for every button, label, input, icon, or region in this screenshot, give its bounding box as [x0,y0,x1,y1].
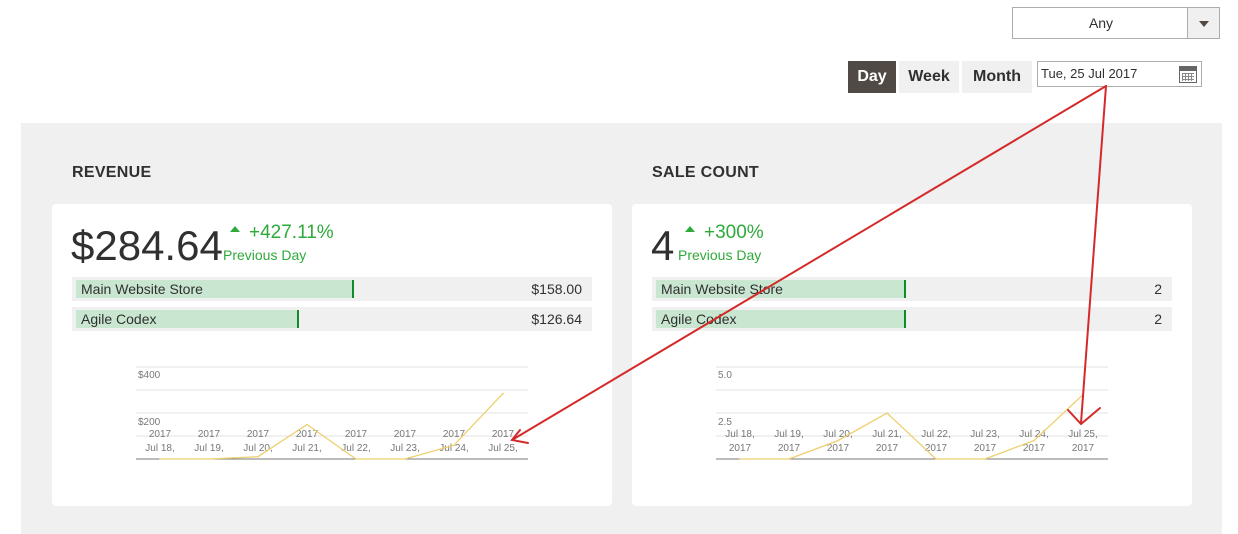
x-tick-label: 2017 [492,429,515,440]
revenue-change-value: +427.11% [249,222,334,243]
data-point [935,458,937,460]
data-point [1082,393,1084,396]
data-point [257,455,259,458]
x-tick-label: Jul 25, [1068,429,1097,440]
revenue-total: $284.64 [71,222,223,269]
sale-count-change-value: +300% [704,222,764,243]
revenue-title: REVENUE [72,164,152,181]
data-point [453,444,455,446]
sale-count-change-label: Previous Day [678,247,762,263]
store-name: Main Website Store [81,281,203,297]
x-tick-label: Jul 23, [970,429,999,440]
x-tick-label: Jul 21, [872,429,901,440]
x-tick-label: Jul 21, [292,443,321,454]
caret-up-icon [685,225,695,232]
x-tick-label: 2017 [974,443,997,454]
store-value: 2 [1154,311,1162,327]
x-tick-label: 2017 [876,443,899,454]
date-value: Tue, 25 Jul 2017 [1041,66,1138,81]
revenue-change: +427.11% [230,222,334,244]
store-value: 2 [1154,281,1162,297]
data-point [159,458,161,460]
period-month-button[interactable]: Month [962,61,1032,93]
store-name: Main Website Store [661,281,783,297]
data-point [984,458,986,460]
y-tick-label: $200 [138,417,161,428]
x-tick-label: 2017 [1072,443,1095,454]
x-tick-label: 2017 [198,429,221,440]
store-scope-value: Any [1088,15,1114,31]
sale-count-card: 4 +300% Previous Day Main Website Store … [632,204,1192,506]
period-day-button[interactable]: Day [848,61,896,93]
y-tick-label: 2.5 [718,417,732,428]
store-row: Main Website Store $158.00 [72,277,592,301]
store-value: $158.00 [531,281,582,297]
x-tick-label: 2017 [443,429,466,440]
caret-up-icon [230,225,240,232]
sale-count-title: SALE COUNT [652,164,759,181]
data-point [355,458,357,460]
revenue-change-label: Previous Day [223,247,307,263]
data-point [404,458,406,460]
calendar-icon[interactable] [1179,66,1197,83]
revenue-chart: $400$2002017Jul 18,2017Jul 19,2017Jul 20… [136,366,528,460]
sale-count-total: 4 [651,222,675,269]
x-tick-label: 2017 [394,429,417,440]
data-point [886,412,888,414]
y-tick-label: $400 [138,370,161,381]
period-week-button[interactable]: Week [899,61,959,93]
x-tick-label: 2017 [345,429,368,440]
x-tick-label: Jul 19, [774,429,803,440]
sale-count-chart: 5.02.5Jul 18,2017Jul 19,2017Jul 20,2017J… [716,366,1108,460]
y-tick-label: 5.0 [718,370,732,381]
x-tick-label: Jul 18, [725,429,754,440]
x-tick-label: 2017 [247,429,270,440]
data-point [837,439,839,442]
x-tick-label: Jul 23, [390,443,419,454]
x-tick-label: Jul 20, [243,443,272,454]
data-point [739,458,741,460]
x-tick-label: 2017 [149,429,172,440]
x-tick-label: 2017 [827,443,850,454]
x-tick-label: Jul 18, [145,443,174,454]
x-tick-label: Jul 19, [194,443,223,454]
date-picker-input[interactable]: Tue, 25 Jul 2017 [1037,61,1202,87]
data-point [502,392,504,395]
data-point [306,423,308,426]
x-tick-label: 2017 [729,443,752,454]
chevron-down-icon[interactable] [1187,8,1219,38]
store-name: Agile Codex [661,311,737,327]
revenue-card: $284.64 +427.11% Previous Day Main Websi… [52,204,612,506]
store-scope-select[interactable]: Any [1012,7,1220,39]
data-point [208,458,210,460]
x-tick-label: 2017 [778,443,801,454]
store-row: Main Website Store 2 [652,277,1172,301]
store-value: $126.64 [531,311,582,327]
x-tick-label: Jul 25, [488,443,517,454]
data-point [1033,439,1035,442]
data-point [788,458,790,460]
store-name: Agile Codex [81,311,157,327]
x-tick-label: Jul 22, [921,429,950,440]
sale-count-change: +300% [685,222,764,244]
store-row: Agile Codex 2 [652,307,1172,331]
x-tick-label: 2017 [1023,443,1046,454]
store-row: Agile Codex $126.64 [72,307,592,331]
